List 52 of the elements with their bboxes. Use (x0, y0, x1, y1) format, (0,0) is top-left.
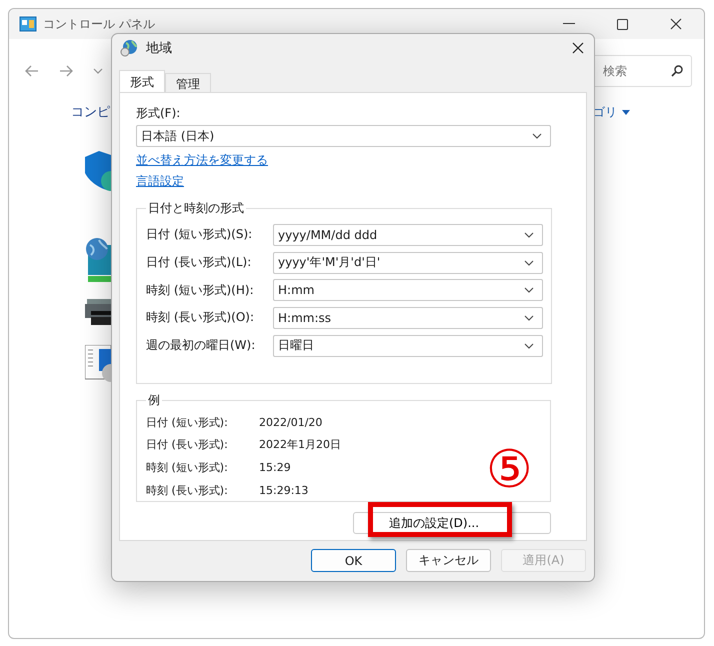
control-panel-icon (19, 16, 37, 32)
group-title: 日付と時刻の形式 (147, 200, 245, 217)
example-label: 日付 (長い形式): (146, 437, 229, 452)
step-marker: ⑤ (486, 440, 533, 500)
globe-icon (120, 39, 138, 57)
caret-icon[interactable] (622, 110, 630, 114)
example-label: 日付 (短い形式): (146, 414, 229, 430)
field-label: 時刻 (長い形式)(O): (146, 309, 256, 326)
field-label: 週の最初の曜日(W): (146, 337, 256, 354)
chevron-down-icon (524, 342, 534, 349)
chevron-down-icon (524, 287, 534, 294)
format-label: 形式(F): (136, 105, 180, 122)
group-title: 例 (147, 392, 161, 409)
field-label: 日付 (長い形式)(L): (146, 254, 252, 272)
settings-link[interactable]: 言語設定 (136, 173, 268, 190)
format-dropdown[interactable]: yyyy/MM/dd ddd (273, 224, 543, 246)
example-value: 15:29:13 (259, 484, 308, 497)
minimize-icon[interactable] (563, 23, 575, 25)
view-by-link[interactable]: ゴリ (593, 104, 617, 120)
format-dropdown[interactable]: H:mm (273, 279, 543, 302)
example-value: 2022年1月20日 (259, 437, 341, 452)
dialog-button[interactable]: キャンセル (406, 549, 491, 572)
chevron-down-icon (524, 314, 534, 321)
tab[interactable]: 形式 (119, 70, 165, 92)
field-label: 時刻 (短い形式)(H): (146, 282, 255, 299)
format-dropdown[interactable]: 日本語 (日本) (136, 125, 551, 147)
example-value: 2022/01/20 (259, 416, 322, 429)
programs-icon (85, 345, 111, 383)
chevron-down-icon (524, 260, 534, 266)
example-label: 時刻 (長い形式): (146, 482, 229, 498)
search-icon (671, 65, 683, 77)
chevron-down-icon (532, 133, 542, 139)
maximize-icon[interactable] (617, 18, 628, 30)
page-heading: コンピ (71, 104, 110, 121)
window-title: コントロール パネル (43, 16, 155, 32)
example-label: 時刻 (短い形式): (146, 460, 229, 475)
settings-link[interactable]: 並べ替え方法を変更する (136, 152, 268, 169)
back-arrow-icon[interactable] (25, 65, 39, 77)
dialog-title: 地域 (146, 40, 172, 57)
example-value: 15:29 (259, 460, 291, 474)
dialog-button[interactable]: OK (311, 549, 396, 572)
globe-monitor-icon (85, 237, 111, 283)
field-label: 日付 (短い形式)(S): (146, 226, 254, 244)
format-dropdown[interactable]: 日曜日 (273, 334, 543, 357)
format-dropdown[interactable]: H:mm:ss (273, 306, 543, 329)
chevron-down-icon[interactable] (93, 68, 103, 74)
chevron-down-icon (524, 232, 534, 238)
close-icon[interactable] (670, 18, 682, 30)
tab[interactable]: 管理 (165, 73, 211, 92)
close-icon[interactable] (572, 42, 584, 54)
forward-arrow-icon[interactable] (59, 65, 73, 77)
format-dropdown[interactable]: yyyy'年'M'月'd'日' (273, 252, 543, 274)
